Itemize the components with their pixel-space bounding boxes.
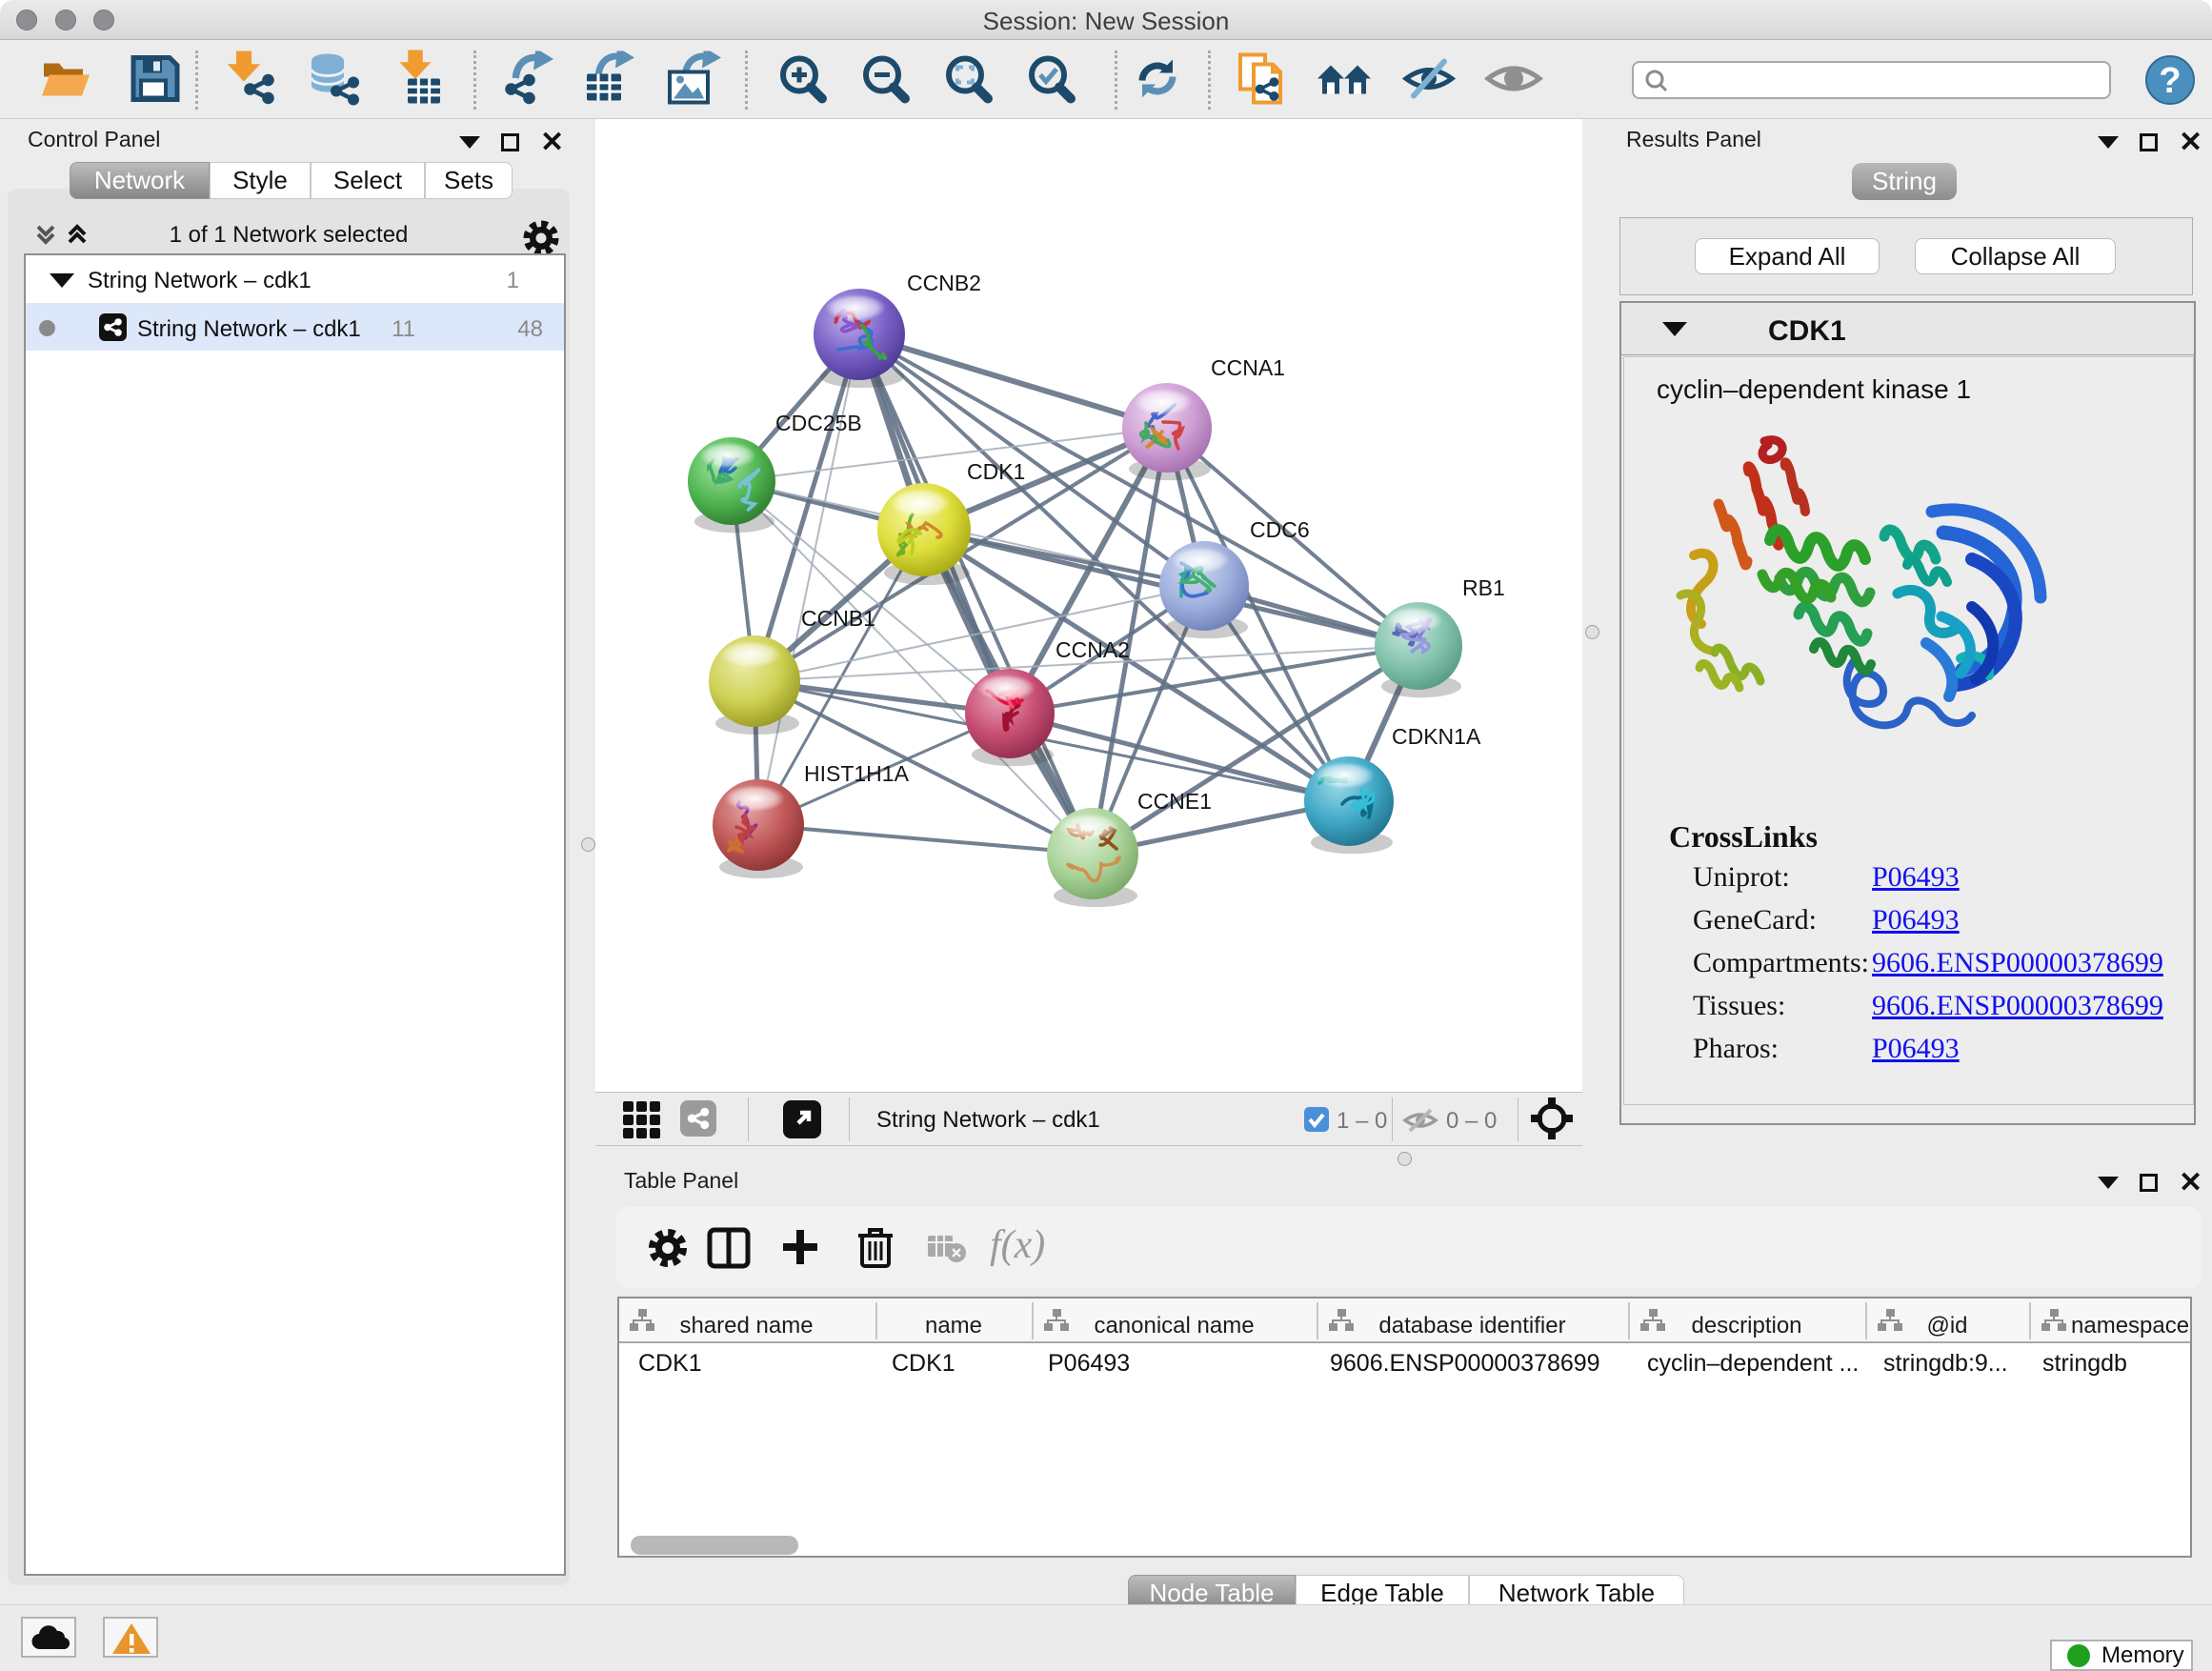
svg-text:CDC25B: CDC25B [775, 411, 862, 435]
svg-text:CCNA1: CCNA1 [1211, 355, 1285, 380]
svg-text:CCNB1: CCNB1 [801, 606, 875, 631]
svg-text:CDC6: CDC6 [1250, 517, 1310, 542]
svg-text:HIST1H1A: HIST1H1A [804, 761, 910, 786]
svg-text:CCNB2: CCNB2 [907, 271, 981, 295]
svg-text:CDKN1A: CDKN1A [1392, 724, 1481, 749]
svg-text:RB1: RB1 [1462, 575, 1505, 600]
svg-text:CCNA2: CCNA2 [1056, 637, 1130, 662]
svg-text:CDK1: CDK1 [967, 459, 1025, 484]
svg-text:CCNE1: CCNE1 [1137, 789, 1212, 814]
